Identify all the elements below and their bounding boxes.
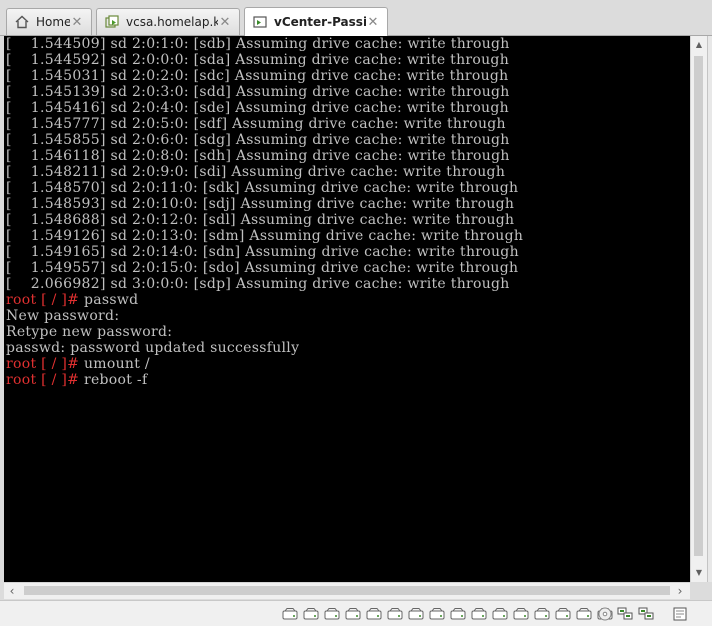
tab-vcsa[interactable]: vcsa.homelap.kr ✕: [96, 8, 240, 35]
command-text: passwd: [83, 292, 139, 308]
hard-disk-icon[interactable]: [387, 606, 403, 620]
vm-console[interactable]: [ 1.544509] sd 2:0:1:0: [sdb] Assuming d…: [4, 36, 690, 582]
console-text: Retype new password:: [6, 324, 173, 340]
vertical-scrollbar[interactable]: ▲ ▼: [690, 36, 707, 582]
console-text: [ 1.548593] sd 2:0:10:0: [sdj] Assuming …: [6, 196, 515, 212]
console-text: [ 1.548211] sd 2:0:9:0: [sdi] Assuming d…: [6, 164, 506, 180]
console-line: [ 1.545855] sd 2:0:6:0: [sdg] Assuming d…: [6, 132, 690, 148]
hard-disk-icon[interactable]: [450, 606, 466, 620]
shell-prompt: root [ / ]#: [6, 372, 84, 388]
tab-label: vCenter-Passive: [274, 15, 366, 29]
console-text: [ 1.546118] sd 2:0:8:0: [sdh] Assuming d…: [6, 148, 510, 164]
home-icon: [15, 15, 29, 29]
scrollbar-thumb[interactable]: [24, 586, 670, 595]
tab-bar: Home ✕ vcsa.homelap.kr ✕ vCenter-Passive…: [0, 0, 712, 36]
console-line: [ 1.545777] sd 2:0:5:0: [sdf] Assuming d…: [6, 116, 690, 132]
console-output: [ 1.544509] sd 2:0:1:0: [sdb] Assuming d…: [4, 36, 690, 388]
console-line: Retype new password:: [6, 324, 690, 340]
tab-vcenter-passive[interactable]: vCenter-Passive ✕: [244, 7, 388, 36]
console-text: New password:: [6, 308, 120, 324]
hard-disk-icon[interactable]: [282, 606, 298, 620]
console-command-line: root [ / ]# umount /: [6, 356, 690, 372]
console-text: [ 1.549557] sd 2:0:15:0: [sdo] Assuming …: [6, 260, 519, 276]
console-command-line: root [ / ]# reboot -f: [6, 372, 690, 388]
hard-disk-icon[interactable]: [366, 606, 382, 620]
console-line: [ 1.545031] sd 2:0:2:0: [sdc] Assuming d…: [6, 68, 690, 84]
console-text: passwd: password updated successfully: [6, 340, 300, 356]
console-command-line: root [ / ]# passwd: [6, 292, 690, 308]
network-adapter-icon[interactable]: [638, 606, 654, 620]
console-line: passwd: password updated successfully: [6, 340, 690, 356]
console-text: [ 1.549126] sd 2:0:13:0: [sdm] Assuming …: [6, 228, 524, 244]
scroll-down-icon[interactable]: ▼: [691, 564, 707, 581]
console-text: [ 1.544509] sd 2:0:1:0: [sdb] Assuming d…: [6, 36, 510, 52]
network-adapter-icon[interactable]: [617, 606, 633, 620]
tab-label: Home: [36, 15, 70, 29]
console-line: [ 1.548688] sd 2:0:12:0: [sdl] Assuming …: [6, 212, 690, 228]
console-text: [ 1.544592] sd 2:0:0:0: [sda] Assuming d…: [6, 52, 510, 68]
console-line: [ 1.549557] sd 2:0:15:0: [sdo] Assuming …: [6, 260, 690, 276]
close-icon[interactable]: ✕: [366, 15, 380, 30]
hard-disk-icon[interactable]: [555, 606, 571, 620]
console-line: New password:: [6, 308, 690, 324]
console-text: [ 1.545855] sd 2:0:6:0: [sdg] Assuming d…: [6, 132, 510, 148]
console-line: [ 1.548211] sd 2:0:9:0: [sdi] Assuming d…: [6, 164, 690, 180]
status-bar: [0, 600, 712, 626]
console-line: [ 2.066982] sd 3:0:0:0: [sdp] Assuming d…: [6, 276, 690, 292]
shell-prompt: root [ / ]#: [6, 292, 84, 308]
console-text: [ 1.545139] sd 2:0:3:0: [sdd] Assuming d…: [6, 84, 510, 100]
console-text: [ 1.548570] sd 2:0:11:0: [sdk] Assuming …: [6, 180, 519, 196]
console-text: [ 1.545777] sd 2:0:5:0: [sdf] Assuming d…: [6, 116, 506, 132]
console-line: [ 1.546118] sd 2:0:8:0: [sdh] Assuming d…: [6, 148, 690, 164]
console-line: [ 1.545139] sd 2:0:3:0: [sdd] Assuming d…: [6, 84, 690, 100]
hard-disk-icon[interactable]: [324, 606, 340, 620]
hard-disk-icon[interactable]: [429, 606, 445, 620]
console-line: [ 1.545416] sd 2:0:4:0: [sde] Assuming d…: [6, 100, 690, 116]
console-line: [ 1.548570] sd 2:0:11:0: [sdk] Assuming …: [6, 180, 690, 196]
shell-prompt: root [ / ]#: [6, 356, 84, 372]
console-text: [ 2.066982] sd 3:0:0:0: [sdp] Assuming d…: [6, 276, 510, 292]
hard-disk-icon[interactable]: [303, 606, 319, 620]
hard-disk-icon[interactable]: [408, 606, 424, 620]
console-line: [ 1.544592] sd 2:0:0:0: [sda] Assuming d…: [6, 52, 690, 68]
notes-icon[interactable]: [672, 606, 688, 621]
console-line: [ 1.549165] sd 2:0:14:0: [sdn] Assuming …: [6, 244, 690, 260]
tab-home[interactable]: Home ✕: [6, 8, 92, 35]
vm-powered-on-icon: [105, 15, 119, 28]
command-text: reboot -f: [83, 372, 148, 388]
console-text: [ 1.545031] sd 2:0:2:0: [sdc] Assuming d…: [6, 68, 509, 84]
hard-disk-icon[interactable]: [345, 606, 361, 620]
horizontal-scrollbar[interactable]: ‹ ›: [4, 582, 690, 599]
hard-disk-icon[interactable]: [576, 606, 592, 620]
scroll-right-icon[interactable]: ›: [672, 583, 688, 599]
console-text: [ 1.545416] sd 2:0:4:0: [sde] Assuming d…: [6, 100, 509, 116]
vm-console-icon: [253, 16, 267, 28]
console-line: [ 1.544509] sd 2:0:1:0: [sdb] Assuming d…: [6, 36, 690, 52]
console-text: [ 1.548688] sd 2:0:12:0: [sdl] Assuming …: [6, 212, 515, 228]
close-icon[interactable]: ✕: [218, 15, 232, 30]
window-edge: [707, 36, 712, 582]
command-text: umount /: [83, 356, 150, 372]
hard-disk-icon[interactable]: [471, 606, 487, 620]
close-icon[interactable]: ✕: [70, 15, 84, 30]
scroll-left-icon[interactable]: ‹: [4, 583, 20, 599]
console-line: [ 1.548593] sd 2:0:10:0: [sdj] Assuming …: [6, 196, 690, 212]
hard-disk-icon[interactable]: [534, 606, 550, 620]
cd-rom-icon[interactable]: [597, 606, 613, 621]
hard-disk-icon[interactable]: [492, 606, 508, 620]
console-text: [ 1.549165] sd 2:0:14:0: [sdn] Assuming …: [6, 244, 519, 260]
console-line: [ 1.549126] sd 2:0:13:0: [sdm] Assuming …: [6, 228, 690, 244]
tab-label: vcsa.homelap.kr: [126, 15, 218, 29]
hard-disk-icon[interactable]: [513, 606, 529, 620]
scrollbar-thumb[interactable]: [694, 56, 703, 556]
scroll-up-icon[interactable]: ▲: [691, 36, 707, 53]
